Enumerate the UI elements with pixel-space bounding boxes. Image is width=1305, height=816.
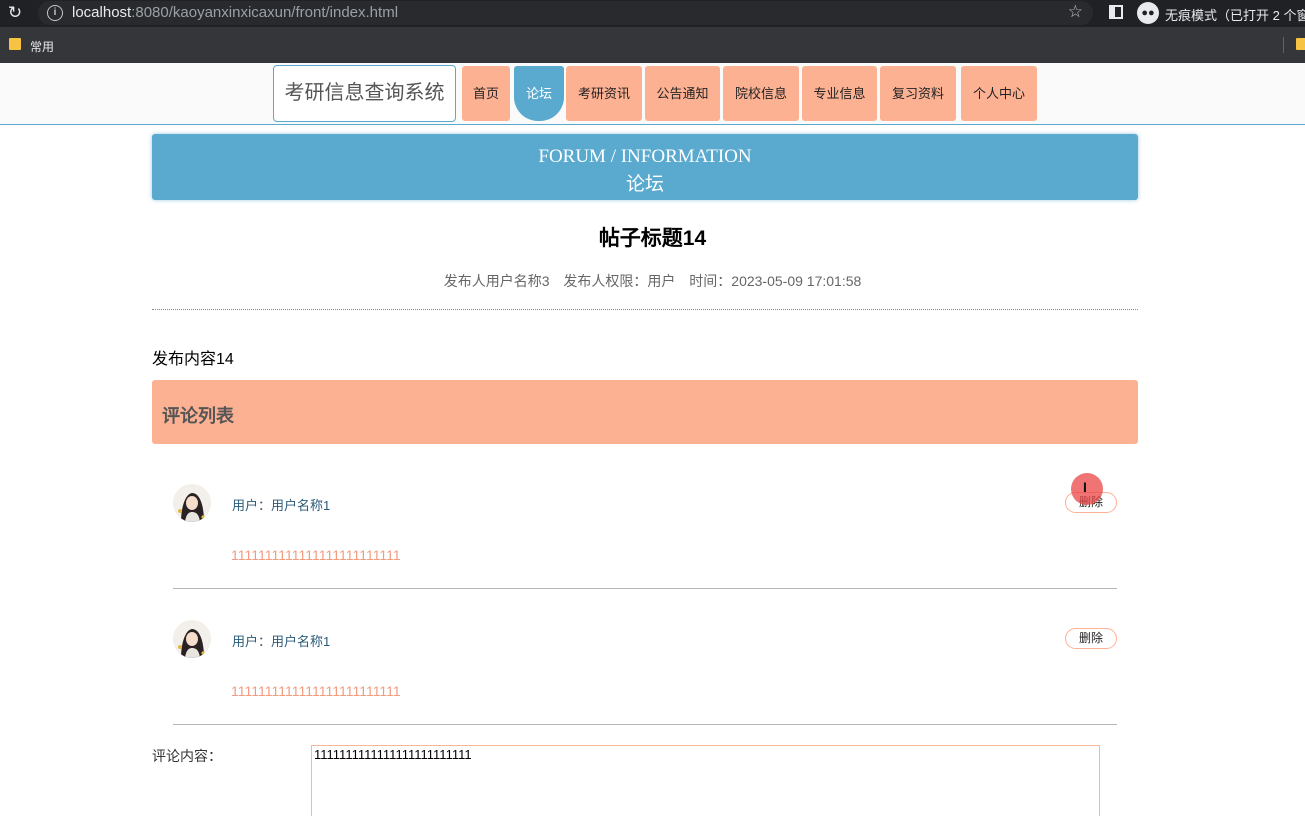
text-cursor-icon: I (1083, 479, 1087, 495)
reload-icon[interactable]: ↻ (5, 3, 25, 23)
comment-user: 用户：用户名称1 (232, 498, 331, 513)
post-meta: 发布人用户名称3 发布人权限：用户 时间：2023-05-09 17:01:58 (0, 271, 1305, 291)
nav-item-notice[interactable]: 公告通知 (645, 66, 720, 121)
comment-item: 用户：用户名称1 1111111111111111111111111 删除 (173, 589, 1117, 725)
page-banner: FORUM / INFORMATION 论坛 (152, 134, 1138, 200)
post-content: 发布内容14 (152, 351, 234, 368)
nav-item-news[interactable]: 考研资讯 (566, 66, 642, 121)
post-time: 时间：2023-05-09 17:01:58 (689, 273, 862, 289)
nav-item-materials[interactable]: 复习资料 (880, 66, 956, 121)
banner-title-en: FORUM / INFORMATION (538, 146, 752, 167)
comment-list-header: 评论列表 (152, 380, 1138, 444)
comment-content-label: 评论内容： (152, 748, 222, 764)
site-logo[interactable]: 考研信息查询系统 (273, 65, 456, 122)
nav-item-majors[interactable]: 专业信息 (802, 66, 877, 121)
address-bar[interactable]: i localhost:8080/kaoyanxinxicaxun/front/… (38, 1, 1093, 25)
comment-user: 用户：用户名称1 (232, 634, 331, 649)
comment-text: 1111111111111111111111111 (231, 547, 401, 563)
delete-comment-button[interactable]: 删除 (1065, 628, 1117, 649)
avatar (173, 484, 211, 522)
comment-item: 用户：用户名称1 1111111111111111111111111 删除 (173, 453, 1117, 589)
nav-item-home[interactable]: 首页 (462, 66, 510, 121)
incognito-label: 无痕模式（已打开 2 个窗口 (1165, 8, 1305, 23)
cursor-highlight-icon (1071, 473, 1103, 505)
post-author: 发布人用户名称3 (443, 273, 550, 289)
browser-toolbar: ↻ i localhost:8080/kaoyanxinxicaxun/fron… (0, 0, 1305, 27)
info-icon[interactable]: i (47, 5, 63, 21)
url-text: localhost:8080/kaoyanxinxicaxun/front/in… (72, 4, 399, 21)
star-icon[interactable]: ☆ (1068, 2, 1083, 22)
side-panel-icon[interactable] (1109, 5, 1123, 19)
post-role: 发布人权限：用户 (563, 273, 676, 289)
comment-text: 1111111111111111111111111 (231, 683, 401, 699)
nav-item-schools[interactable]: 院校信息 (723, 66, 799, 121)
bookmark-folder-icon[interactable] (9, 38, 21, 50)
incognito-icon[interactable]: ●● (1137, 2, 1159, 24)
divider (152, 309, 1138, 310)
bookmarks-bar: 常用 (0, 27, 1305, 63)
bookmark-folder-icon[interactable] (1296, 38, 1305, 50)
avatar (173, 620, 211, 658)
bookmark-item[interactable]: 常用 (30, 38, 54, 55)
nav-item-profile[interactable]: 个人中心 (961, 66, 1037, 121)
comment-content-input[interactable]: 1111111111111111111111111 (311, 745, 1100, 816)
banner-title-cn: 论坛 (625, 174, 664, 195)
comment-list-title: 评论列表 (162, 406, 234, 426)
bookmark-separator (1283, 37, 1284, 53)
post-title: 帖子标题14 (598, 227, 707, 250)
nav-item-forum[interactable]: 论坛 (514, 66, 564, 121)
top-nav: 考研信息查询系统 首页 论坛 考研资讯 公告通知 院校信息 专业信息 复习资料 … (0, 63, 1305, 125)
